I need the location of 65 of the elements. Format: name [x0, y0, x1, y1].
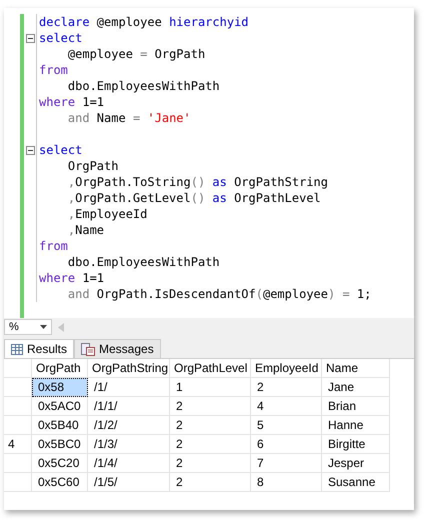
code-line: ,EmployeeId [66, 206, 148, 222]
table-cell: 8 [251, 473, 322, 492]
table-cell: 0x58 [32, 378, 88, 397]
code-line: dbo.EmployeesWithPath [66, 254, 220, 270]
table-cell: /1/1/ [88, 397, 170, 416]
table-cell: 0x5AC0 [32, 397, 88, 416]
table-cell: Jane [322, 378, 390, 397]
table-cell: /1/5/ [88, 473, 170, 492]
table-cell: Susanne [322, 473, 390, 492]
table-cell: 0x5B40 [32, 416, 88, 435]
table-cell: 2 [251, 378, 322, 397]
code-line: @employee = OrgPath [66, 46, 206, 62]
table-cell: 2 [170, 435, 251, 454]
zoom-dropdown[interactable]: % [4, 319, 52, 335]
code-line: ,OrgPath.GetLevel() as OrgPathLevel [66, 190, 321, 206]
code-line: where 1=1 [39, 270, 104, 286]
code-line: where 1=1 [39, 94, 104, 110]
column-header[interactable]: OrgPathString [88, 359, 170, 378]
grid-icon [11, 344, 23, 354]
table-cell: Jesper [322, 454, 390, 473]
column-header[interactable]: Name [322, 359, 390, 378]
table-cell: /1/2/ [88, 416, 170, 435]
code-line: and Name = 'Jane' [66, 110, 191, 126]
collapse-icon[interactable] [26, 34, 34, 42]
table-cell: /1/3/ [88, 435, 170, 454]
table-cell: 1 [170, 378, 251, 397]
table-cell: /1/4/ [88, 454, 170, 473]
table-cell: 6 [251, 435, 322, 454]
row-header[interactable]: 4 [4, 435, 32, 454]
table-cell: 2 [170, 397, 251, 416]
caret-icon [40, 325, 47, 329]
column-header[interactable]: EmployeeId [251, 359, 322, 378]
table-cell: 0x5C20 [32, 454, 88, 473]
row-header[interactable] [4, 454, 32, 473]
table-cell: 2 [170, 473, 251, 492]
table-cell: 0x5BC0 [32, 435, 88, 454]
collapse-icon[interactable] [26, 146, 34, 154]
code-line: ,Name [66, 222, 104, 238]
code-line: declare @employee hierarchyid [39, 14, 249, 30]
code-line: from [39, 62, 68, 78]
code-line: select [39, 30, 82, 46]
table-cell: Birgitte [322, 435, 390, 454]
table-cell: 0x5C60 [32, 473, 88, 492]
column-header[interactable]: OrgPathLevel [170, 359, 251, 378]
results-tab[interactable]: Results [4, 339, 74, 358]
document-icon [81, 342, 96, 356]
table-cell: 7 [251, 454, 322, 473]
results-tab[interactable]: Messages [74, 339, 161, 358]
scroll-left-icon[interactable] [58, 322, 64, 332]
table-cell: Hanne [322, 416, 390, 435]
row-header[interactable] [4, 473, 32, 492]
code-line: from [39, 238, 68, 254]
code-line: ,OrgPath.ToString() as OrgPathString [66, 174, 328, 190]
code-line: OrgPath [66, 158, 118, 174]
code-line: dbo.EmployeesWithPath [66, 78, 220, 94]
code-line: and OrgPath.IsDescendantOf(@employee) = 1; [66, 286, 372, 302]
code-line: select [39, 142, 82, 158]
table-cell: Brian [322, 397, 390, 416]
table-cell: 5 [251, 416, 322, 435]
table-cell: 2 [170, 454, 251, 473]
row-header[interactable] [4, 416, 32, 435]
table-cell: 2 [170, 416, 251, 435]
row-header[interactable] [4, 397, 32, 416]
table-cell: 4 [251, 397, 322, 416]
table-cell: /1/ [88, 378, 170, 397]
